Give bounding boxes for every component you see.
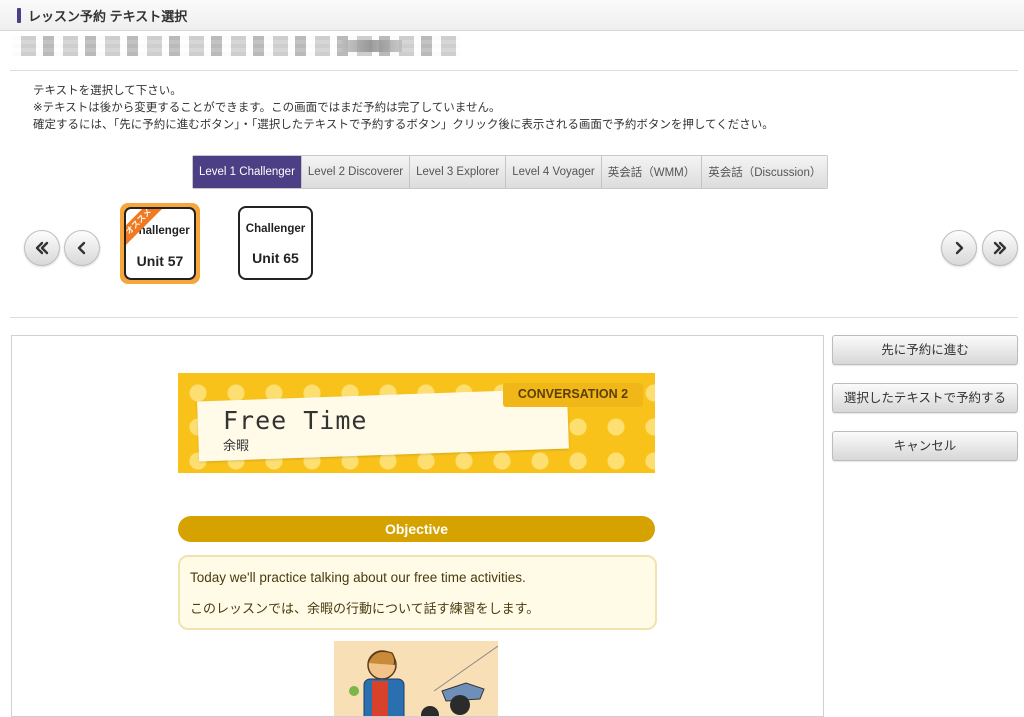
- card-unit-label: Unit 65: [252, 250, 299, 266]
- lesson-title: Free Time: [223, 406, 368, 435]
- header-accent-bar: [17, 8, 21, 23]
- page-header: レッスン予約 テキスト選択: [0, 0, 1024, 31]
- tab-level-3[interactable]: Level 3 Explorer: [410, 156, 507, 188]
- page-title: レッスン予約 テキスト選択: [28, 9, 188, 24]
- chevron-right-icon: [955, 241, 964, 255]
- redacted-info: [12, 36, 460, 56]
- proceed-to-booking-button[interactable]: 先に予約に進む: [832, 335, 1018, 365]
- divider: [10, 70, 1018, 71]
- level-tabs: Level 1 Challenger Level 2 Discoverer Le…: [192, 155, 829, 189]
- lesson-illustration: [334, 641, 498, 716]
- lesson-banner: CONVERSATION 2 Free Time 余暇: [178, 373, 655, 473]
- next-page-button[interactable]: [941, 230, 977, 266]
- instruction-line-3: 確定するには、「先に予約に進むボタン」・「選択したテキストで予約するボタン」クリ…: [33, 119, 774, 131]
- instruction-line-2: ※テキストは後から変更することができます。この画面ではまだ予約は完了していません…: [33, 102, 501, 114]
- objective-box: Today we'll practice talking about our f…: [178, 555, 657, 630]
- objective-japanese: このレッスンでは、余暇の行動について話す練習をします。: [190, 601, 540, 616]
- lesson-preview-panel[interactable]: CONVERSATION 2 Free Time 余暇 Objective To…: [11, 335, 824, 717]
- text-card-selected[interactable]: Challenger Unit 57 オススメ: [120, 203, 200, 284]
- instructions: テキストを選択して下さい。 ※テキストは後から変更することができます。この画面で…: [33, 83, 774, 134]
- lesson-subtitle: 余暇: [223, 438, 250, 453]
- conversation-tag: CONVERSATION 2: [503, 383, 643, 407]
- cancel-button[interactable]: キャンセル: [832, 431, 1018, 461]
- tab-level-2[interactable]: Level 2 Discoverer: [301, 156, 411, 188]
- tab-level-4[interactable]: Level 4 Voyager: [506, 156, 602, 188]
- double-chevron-right-icon: [993, 241, 1007, 255]
- card-unit-label: Unit 57: [136, 253, 184, 269]
- card-level-label: Challenger: [245, 223, 306, 235]
- chevron-left-icon: [77, 241, 86, 255]
- objective-heading: Objective: [178, 516, 655, 542]
- instruction-line-1: テキストを選択して下さい。: [33, 85, 182, 97]
- first-page-button[interactable]: [24, 230, 60, 266]
- last-page-button[interactable]: [982, 230, 1018, 266]
- tab-level-1[interactable]: Level 1 Challenger: [193, 156, 302, 188]
- book-with-selected-text-button[interactable]: 選択したテキストで予約する: [832, 383, 1018, 413]
- objective-english: Today we'll practice talking about our f…: [190, 570, 526, 585]
- tab-discussion[interactable]: 英会話（Discussion）: [702, 156, 828, 188]
- prev-page-button[interactable]: [64, 230, 100, 266]
- divider: [10, 317, 1018, 318]
- double-chevron-left-icon: [35, 241, 49, 255]
- text-card[interactable]: Challenger Unit 65: [238, 206, 313, 280]
- tab-wmm[interactable]: 英会話（WMM）: [601, 156, 703, 188]
